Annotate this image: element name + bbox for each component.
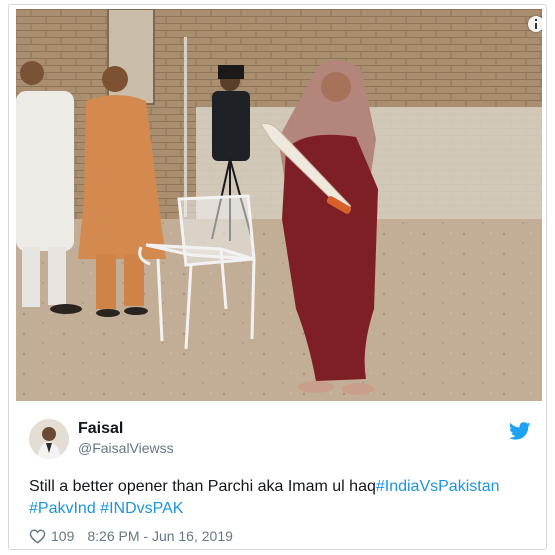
tweet-meta: 109 8:26 PM - Jun 16, 2019: [29, 526, 233, 546]
avatar[interactable]: [29, 419, 69, 459]
heart-icon[interactable]: [29, 528, 46, 544]
tweet-text-body: Still a better opener than Parchi aka Im…: [29, 478, 376, 495]
like-count: 109: [51, 528, 75, 544]
tweet-timestamp[interactable]: 8:26 PM - Jun 16, 2019: [87, 528, 233, 544]
hashtag-link[interactable]: #IndiaVsPakistan: [376, 478, 500, 495]
tweet-text: Still a better opener than Parchi aka Im…: [29, 476, 509, 520]
tweet-photo[interactable]: [16, 9, 542, 401]
avatar-image: [29, 419, 69, 459]
hashtag-link[interactable]: #PakvInd: [29, 500, 96, 517]
bird-icon[interactable]: [509, 422, 531, 440]
photo-scene: [16, 9, 542, 401]
author-name[interactable]: Faisal: [78, 420, 123, 438]
tweet-card: Faisal @FaisalViewss Still a better open…: [8, 4, 547, 550]
author-handle[interactable]: @FaisalViewss: [78, 440, 174, 456]
info-icon[interactable]: [528, 16, 542, 32]
hashtag-link[interactable]: #INDvsPAK: [100, 500, 183, 517]
